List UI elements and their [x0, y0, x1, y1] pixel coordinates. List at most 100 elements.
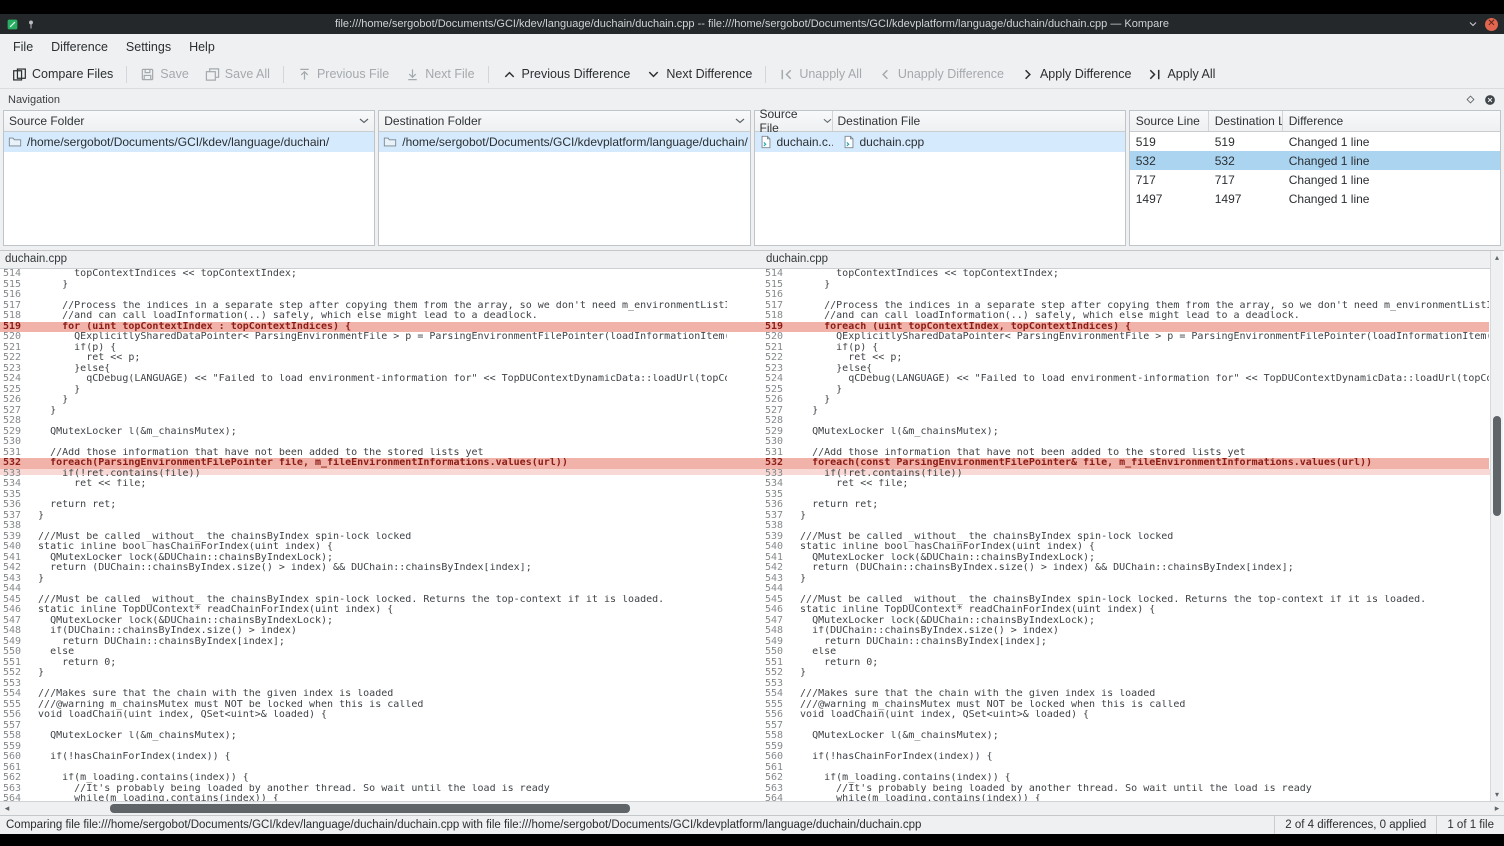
code-line: 544 [762, 584, 1489, 595]
difference-row[interactable]: 519519Changed 1 line [1130, 132, 1500, 151]
line-number: 556 [762, 710, 788, 721]
code-line: 535 [762, 490, 1489, 501]
dock-float-icon[interactable] [1465, 94, 1476, 105]
line-number: 530 [762, 437, 788, 448]
scroll-right-arrow[interactable]: ▸ [1490, 802, 1504, 815]
next-difference-button[interactable]: Next Difference [639, 62, 759, 87]
pin-icon[interactable] [25, 18, 37, 30]
destination-folder-header-label: Destination Folder [384, 114, 481, 128]
next-file-button[interactable]: Next File [398, 62, 481, 87]
code-line: 530 [0, 437, 727, 448]
horizontal-scrollbar[interactable]: ◂ ▸ [0, 801, 1504, 815]
destination-folder-item[interactable]: /home/sergobot/Documents/GCI/kdevplatfor… [379, 132, 749, 152]
line-text: }else{ [788, 364, 1489, 375]
line-text: if(DUChain::chainsByIndex.size() > index… [26, 626, 727, 637]
code-line: 542 return (DUChain::chainsByIndex.size(… [762, 563, 1489, 574]
code-line: 534 ret << file; [762, 479, 1489, 490]
line-number: 538 [0, 521, 26, 532]
apply-difference-button[interactable]: Apply Difference [1013, 62, 1139, 87]
line-number: 556 [0, 710, 26, 721]
code-line: 556 void loadChain(uint index, QSet<uint… [762, 710, 1489, 721]
code-line: 515 } [762, 280, 1489, 291]
line-text: qCDebug(LANGUAGE) << "Failed to load env… [26, 374, 727, 385]
code-line: 545 ///Must be called _without_ the chai… [0, 595, 727, 606]
header-destination-line[interactable]: Destination Lin [1209, 111, 1283, 131]
menu-help[interactable]: Help [180, 34, 224, 60]
destination-folder-dropdown[interactable]: Destination Folder [379, 111, 749, 132]
header-source-line[interactable]: Source Line [1130, 111, 1209, 131]
line-text: } [26, 574, 727, 585]
source-folder-dropdown[interactable]: Source Folder [4, 111, 374, 132]
line-text [788, 437, 1489, 448]
line-text [26, 290, 727, 301]
difference-row[interactable]: 532532Changed 1 line [1130, 151, 1500, 170]
vertical-scrollbar[interactable]: ▴ ▾ [1490, 251, 1503, 801]
save-all-button[interactable]: Save All [198, 62, 277, 87]
line-text: //Process the indices in a separate step… [26, 301, 727, 312]
line-number: 548 [762, 626, 788, 637]
code-line: 523 }else{ [762, 364, 1489, 375]
dock-close-icon[interactable] [1484, 94, 1496, 106]
toolbar-button-label: Apply Difference [1040, 67, 1132, 81]
previous-difference-button[interactable]: Previous Difference [495, 62, 638, 87]
chevron-down-icon [823, 118, 832, 124]
unapply-all-button[interactable]: Unapply All [772, 62, 869, 87]
unapply-difference-icon [878, 67, 893, 82]
files-panel-header: Source File Destination File [755, 111, 1125, 132]
vertical-scrollbar-thumb[interactable] [1493, 416, 1501, 516]
apply-all-button[interactable]: Apply All [1140, 62, 1222, 87]
line-text: return (DUChain::chainsByIndex.size() > … [26, 563, 727, 574]
difference-row[interactable]: 717717Changed 1 line [1130, 170, 1500, 189]
code-line: 548 if(DUChain::chainsByIndex.size() > i… [762, 626, 1489, 637]
code-line: 563 //It's probably being loaded by anot… [762, 784, 1489, 795]
unapply-difference-button[interactable]: Unapply Difference [871, 62, 1011, 87]
apply-all-icon [1147, 67, 1162, 82]
save-button[interactable]: Save [133, 62, 196, 87]
scroll-up-arrow[interactable]: ▴ [1491, 253, 1503, 262]
code-line: 557 [0, 721, 727, 732]
horizontal-scrollbar-thumb[interactable] [110, 804, 630, 813]
source-pane-title: duchain.cpp [5, 253, 67, 265]
code-line: 537 } [0, 511, 727, 522]
code-line: 546 static inline TopDUContext* readChai… [0, 605, 727, 616]
header-difference[interactable]: Difference [1283, 111, 1500, 131]
source-file-dropdown[interactable]: Source File [755, 111, 833, 131]
line-text: else [26, 647, 727, 658]
line-text: //It's probably being loaded by another … [788, 784, 1489, 795]
code-line: 540 static inline bool hasChainForIndex(… [0, 542, 727, 553]
line-text: } [788, 406, 1489, 417]
source-folder-item[interactable]: /home/sergobot/Documents/GCI/kdev/langua… [4, 132, 374, 152]
line-text: } [26, 668, 727, 679]
menu-file[interactable]: File [4, 34, 42, 60]
destination-file-header[interactable]: Destination File [833, 111, 1125, 131]
close-button[interactable]: ✕ [1485, 18, 1498, 31]
line-text: ///Must be called _without_ the chainsBy… [26, 532, 727, 543]
code-line: 549 return DUChain::chainsByIndex[index]… [762, 637, 1489, 648]
scroll-down-arrow[interactable]: ▾ [1491, 790, 1503, 799]
line-text: ///@warning m_chainsMutex must NOT be lo… [788, 700, 1489, 711]
code-line: 543 } [762, 574, 1489, 585]
scroll-left-arrow[interactable]: ◂ [0, 802, 14, 815]
destination-code-pane[interactable]: 514 topContextIndices << topContextIndex… [762, 269, 1489, 801]
file-pair-item[interactable]: duchain.c... duchain.cpp [755, 132, 1125, 152]
line-text: for (uint topContextIndex : topContextIn… [26, 322, 727, 333]
menu-settings[interactable]: Settings [117, 34, 180, 60]
previous-file-button[interactable]: Previous File [290, 62, 396, 87]
code-line: 533 if(!ret.contains(file)) [0, 469, 727, 480]
line-number: 558 [0, 731, 26, 742]
toolbar-button-label: Previous File [317, 67, 389, 81]
code-line: 527 } [0, 406, 727, 417]
difference-row[interactable]: 14971497Changed 1 line [1130, 189, 1500, 208]
toolbar-button-label: Unapply Difference [898, 67, 1004, 81]
line-number: 540 [0, 542, 26, 553]
code-line: 554 ///Makes sure that the chain with th… [0, 689, 727, 700]
source-code-pane[interactable]: 514 topContextIndices << topContextIndex… [0, 269, 727, 801]
line-number: 520 [0, 332, 26, 343]
compare-files-button[interactable]: Compare Files [5, 62, 120, 87]
code-line: 542 return (DUChain::chainsByIndex.size(… [0, 563, 727, 574]
line-number: 532 [762, 458, 788, 469]
menu-difference[interactable]: Difference [42, 34, 117, 60]
line-number: 550 [762, 647, 788, 658]
code-line: 564 while(m_loading.contains(index)) { [0, 794, 727, 801]
chevron-down-icon[interactable] [1467, 18, 1479, 30]
